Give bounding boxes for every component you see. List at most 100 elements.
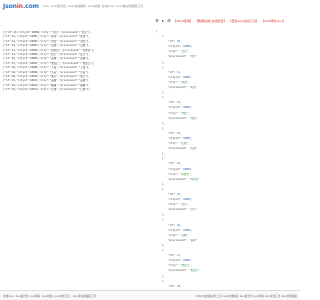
number-value: 10004 — [183, 167, 191, 171]
json-token: , — [190, 75, 193, 79]
json-token: "provinceid": — [168, 269, 190, 273]
json-token: "provinceid": — [168, 177, 190, 181]
number-value: 10000 — [183, 45, 191, 49]
json-token: "city": — [168, 172, 181, 176]
json-token: , — [190, 228, 193, 232]
footer-left-text: 在线Json, Json格式化, Json解析, Json校验, Json在线工… — [3, 294, 97, 298]
json-token: "cityid": — [168, 167, 184, 171]
json-token: { — [162, 126, 164, 130]
json-token: "provinceid": — [168, 238, 190, 242]
json-token: }, — [162, 213, 166, 217]
json-formatted-output[interactable]: [{"id": 10, "cityid": 10000, "city": "北京",… — [154, 29, 300, 290]
number-value: 10003 — [183, 136, 191, 140]
json-token: "city": — [168, 203, 181, 207]
settings-icon[interactable]: ⚙ — [155, 18, 159, 23]
logo-part-com: .com — [22, 2, 39, 10]
json-input-editor[interactable]: [{"id":10,"cityid":10000,"city":"北京","pr… — [0, 31, 150, 93]
number-value: 10001 — [183, 75, 191, 79]
string-value: "山西" — [180, 142, 189, 146]
json-token: , — [188, 142, 190, 146]
json-token: , — [190, 198, 193, 202]
json-token: , — [190, 136, 193, 140]
json-token: "cityid": — [168, 259, 184, 263]
json-token: "city": — [168, 50, 181, 54]
tree-line: "id": 18, — [154, 284, 300, 289]
json-token: "id": — [168, 254, 178, 258]
json-token: "id": — [168, 131, 178, 135]
input-line: {"id":23,"cityid":10013,"city":"江西","pro… — [3, 88, 90, 92]
json-token: , — [180, 193, 182, 196]
number-value: 10007 — [183, 259, 191, 263]
json-token: }, — [162, 121, 166, 125]
json-token: { — [162, 35, 164, 39]
site-header: Jsonin.com Json, Json格式化, Json在线解析, Json… — [0, 0, 300, 12]
json-token: , — [180, 223, 182, 227]
json-token: "cityid": — [168, 75, 184, 79]
string-value: "黑龙江" — [189, 269, 200, 273]
json-token: "id": — [168, 101, 178, 105]
json-token: { — [162, 65, 164, 69]
string-value: "北京" — [180, 50, 189, 54]
string-value: "山西" — [189, 147, 198, 151]
json-token: , — [180, 70, 182, 74]
json-token: , — [190, 45, 193, 49]
json-token: "cityid": — [168, 228, 184, 232]
json-token: , — [188, 50, 190, 54]
json-token: "city": — [168, 264, 181, 268]
link-data-generator[interactable]: 【数据生成] 在线配置】 — [195, 19, 227, 23]
link-csv-to-json[interactable]: 【CSV转换Json】 — [261, 19, 286, 23]
json-token: }, — [162, 60, 166, 64]
arrow-right-icon[interactable]: ▸ — [161, 18, 165, 23]
json-token: "id": — [168, 223, 178, 227]
json-token: , — [180, 284, 182, 288]
string-value: "内蒙古" — [180, 172, 191, 176]
json-token: "id": — [168, 284, 178, 288]
string-value: "辽宁" — [189, 208, 198, 212]
json-token: }, — [162, 152, 166, 156]
string-value: "北京" — [189, 55, 198, 59]
string-value: "河北" — [189, 116, 198, 120]
json-token: }, — [162, 91, 166, 95]
string-value: "吉林" — [180, 233, 189, 237]
json-token: { — [162, 187, 164, 191]
json-token: }, — [162, 243, 166, 247]
json-token: , — [190, 167, 193, 171]
json-token: , — [180, 131, 182, 135]
link-more-json-tools[interactable]: 【更多Json在线工具】 — [229, 19, 259, 23]
string-value: "天津" — [180, 80, 189, 84]
string-value: "黑龙江" — [180, 264, 191, 268]
json-token: "provinceid": — [168, 55, 190, 59]
json-token: { — [162, 157, 164, 161]
number-value: 10002 — [183, 106, 191, 110]
list-icon[interactable]: ☰ — [167, 18, 171, 23]
json-token: , — [190, 172, 193, 176]
json-token: "provinceid": — [168, 147, 190, 151]
json-token: [ — [156, 30, 158, 33]
json-token: , — [188, 203, 190, 207]
json-token: "cityid": — [168, 106, 184, 110]
logo-part-json: Json — [3, 2, 17, 10]
link-json-usage[interactable]: 【JSON使用】 — [173, 19, 193, 23]
json-token: "id": — [168, 193, 178, 196]
json-token: }, — [162, 182, 166, 186]
string-value: "天津" — [189, 86, 198, 90]
json-token: "id": — [168, 40, 178, 44]
json-token: "provinceid": — [168, 86, 190, 90]
json-token: , — [180, 254, 182, 258]
site-footer: 在线Json, Json格式化, Json解析, Json校验, Json在线工… — [0, 290, 300, 300]
string-value: "河北" — [180, 111, 189, 115]
json-token: , — [188, 233, 190, 237]
json-token: { — [162, 218, 164, 222]
json-token: "city": — [168, 111, 181, 115]
json-token: "cityid": — [168, 45, 184, 49]
number-value: 10006 — [183, 228, 191, 232]
json-token: , — [180, 101, 182, 105]
string-value: "辽宁" — [180, 203, 189, 207]
json-token: }, — [162, 274, 166, 278]
string-value: "内蒙古" — [189, 177, 200, 181]
site-logo[interactable]: Jsonin.com — [3, 3, 39, 10]
json-token: { — [162, 279, 164, 283]
site-description: Json, Json格式化, Json在线解析, Json校验, 在线Json,… — [42, 4, 144, 8]
json-token: "id": — [168, 162, 178, 166]
json-token: { — [162, 96, 164, 100]
